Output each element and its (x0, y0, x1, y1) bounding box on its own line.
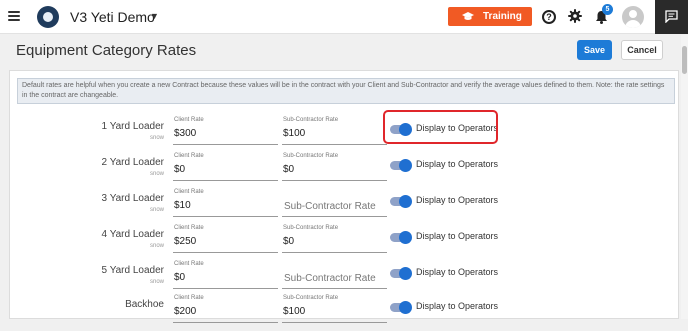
toggle-knob (399, 267, 412, 280)
client-rate-value[interactable]: $250 (174, 236, 196, 247)
sub-contractor-rate-label: Sub-Contractor Rate (283, 153, 339, 159)
display-to-operators-toggle[interactable] (390, 195, 412, 208)
toggle-label: Display to Operators (416, 231, 499, 241)
equipment-name: 2 Yard Loader (101, 157, 164, 168)
equipment-category: snow (149, 279, 164, 285)
sub-contractor-rate-field[interactable]: Sub-Contractor Rate (282, 261, 387, 289)
equipment-name: 4 Yard Loader (101, 229, 164, 240)
client-rate-value[interactable]: $300 (174, 128, 196, 139)
rate-row: 4 Yard Loader snow Client Rate $250 Sub-… (0, 225, 680, 261)
rate-row: 2 Yard Loader snow Client Rate $0 Sub-Co… (0, 153, 680, 189)
highlight-box (383, 110, 498, 144)
toggle-knob (399, 159, 412, 172)
rate-row: 5 Yard Loader snow Client Rate $0 Sub-Co… (0, 261, 680, 297)
toggle-label: Display to Operators (416, 267, 499, 277)
chat-icon (665, 10, 678, 23)
equipment-name: 1 Yard Loader (101, 121, 164, 132)
display-to-operators-toggle[interactable] (390, 267, 412, 280)
client-rate-label: Client Rate (174, 295, 204, 301)
equipment-category: snow (149, 207, 164, 213)
sub-contractor-rate-value[interactable]: $0 (283, 236, 294, 247)
app-title[interactable]: V3 Yeti Demo (70, 9, 155, 25)
toggle-knob (399, 231, 412, 244)
client-rate-field[interactable]: Client Rate $0 (173, 261, 278, 289)
app-logo-icon[interactable] (37, 6, 59, 28)
sub-contractor-rate-value[interactable]: $100 (283, 306, 305, 317)
equipment-name: 3 Yard Loader (101, 193, 164, 204)
help-icon[interactable]: ? (542, 10, 556, 24)
equipment-category: snow (149, 243, 164, 249)
training-button[interactable]: Training (448, 7, 532, 26)
client-rate-field[interactable]: Client Rate $10 (173, 189, 278, 217)
toggle-label: Display to Operators (416, 195, 499, 205)
graduation-cap-icon (462, 12, 474, 20)
save-button[interactable]: Save (577, 40, 612, 60)
sub-contractor-rate-field[interactable]: Sub-Contractor Rate $0 (282, 153, 387, 181)
client-rate-label: Client Rate (174, 225, 204, 231)
page-title: Equipment Category Rates (16, 42, 197, 59)
toggle-knob (399, 195, 412, 208)
client-rate-label: Client Rate (174, 261, 204, 267)
training-label: Training (483, 11, 522, 22)
sub-contractor-rate-field[interactable]: Sub-Contractor Rate $0 (282, 225, 387, 253)
notification-badge: 5 (602, 4, 613, 15)
toggle-knob (399, 301, 412, 314)
rate-row: 1 Yard Loader snow Client Rate $300 Sub-… (0, 117, 680, 153)
sub-contractor-rate-value[interactable]: $100 (283, 128, 305, 139)
cancel-button[interactable]: Cancel (621, 40, 663, 60)
page-scrollbar[interactable] (681, 35, 688, 319)
client-rate-field[interactable]: Client Rate $300 (173, 117, 278, 145)
client-rate-value[interactable]: $200 (174, 306, 196, 317)
client-rate-label: Client Rate (174, 189, 204, 195)
top-bar: V3 Yeti Demo ▼ Training ? 5 (0, 0, 688, 34)
sub-contractor-rate-label: Sub-Contractor Rate (283, 295, 339, 301)
equipment-name: 5 Yard Loader (101, 265, 164, 276)
toggle-label: Display to Operators (416, 159, 499, 169)
chevron-down-icon[interactable]: ▼ (150, 11, 159, 21)
rate-row: Backhoe Client Rate $200 Sub-Contractor … (0, 295, 680, 331)
client-rate-label: Client Rate (174, 153, 204, 159)
scrollbar-thumb[interactable] (682, 46, 687, 74)
client-rate-value[interactable]: $0 (174, 164, 185, 175)
chat-button[interactable] (655, 0, 688, 34)
sub-contractor-rate-placeholder[interactable]: Sub-Contractor Rate (284, 273, 376, 284)
display-to-operators-toggle[interactable] (390, 301, 412, 314)
equipment-category: snow (149, 135, 164, 141)
sub-contractor-rate-field[interactable]: Sub-Contractor Rate $100 (282, 117, 387, 145)
client-rate-field[interactable]: Client Rate $250 (173, 225, 278, 253)
rate-row: 3 Yard Loader snow Client Rate $10 Sub-C… (0, 189, 680, 225)
sub-contractor-rate-field[interactable]: Sub-Contractor Rate (282, 189, 387, 217)
sub-contractor-rate-label: Sub-Contractor Rate (283, 117, 339, 123)
equipment-name: Backhoe (125, 299, 164, 310)
client-rate-field[interactable]: Client Rate $0 (173, 153, 278, 181)
sub-contractor-rate-value[interactable]: $0 (283, 164, 294, 175)
display-to-operators-toggle[interactable] (390, 159, 412, 172)
info-message: Default rates are helpful when you creat… (17, 78, 675, 104)
sub-contractor-rate-label: Sub-Contractor Rate (283, 225, 339, 231)
client-rate-value[interactable]: $0 (174, 272, 185, 283)
equipment-category: snow (149, 171, 164, 177)
hamburger-icon[interactable] (8, 11, 20, 21)
avatar-icon[interactable] (622, 6, 644, 28)
client-rate-value[interactable]: $10 (174, 200, 191, 211)
toggle-label: Display to Operators (416, 301, 499, 311)
display-to-operators-toggle[interactable] (390, 231, 412, 244)
client-rate-label: Client Rate (174, 117, 204, 123)
sub-contractor-rate-placeholder[interactable]: Sub-Contractor Rate (284, 201, 376, 212)
gear-icon[interactable] (568, 9, 582, 23)
